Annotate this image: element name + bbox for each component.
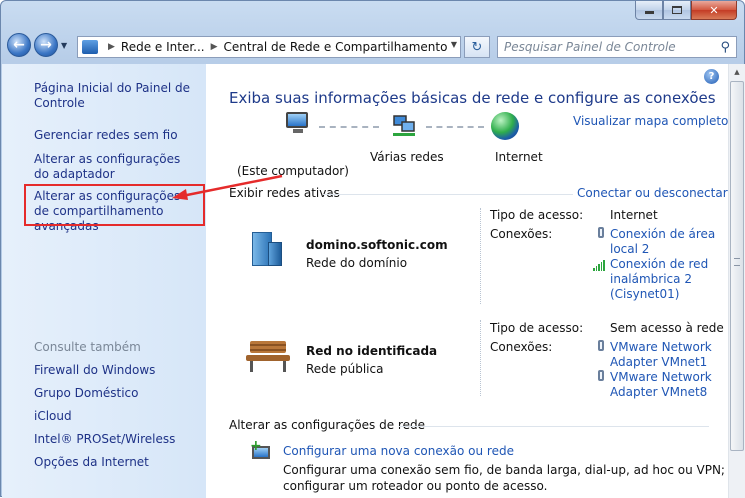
view-full-map-link[interactable]: Visualizar mapa completo	[573, 114, 728, 128]
access-type-value: Internet	[610, 208, 658, 222]
refresh-button[interactable]: ↻	[464, 36, 490, 58]
back-arrow-icon: ←	[13, 37, 25, 53]
connection-link-vmnet1-line2[interactable]: Adapter VMnet1	[610, 355, 707, 369]
sidebar: Página Inicial do Painel de Controle Ger…	[2, 64, 206, 498]
new-connection-icon: +	[250, 438, 274, 463]
main-panel: ? Exiba suas informações básicas de rede…	[206, 64, 745, 498]
content-area: Página Inicial do Painel de Controle Ger…	[2, 64, 745, 498]
breadcrumb-separator-icon[interactable]: ▶	[108, 42, 115, 52]
connections-label: Conexões:	[490, 340, 553, 354]
breadcrumb-network-center[interactable]: Central de Rede e Compartilhamento	[224, 40, 448, 54]
back-button[interactable]: ←	[7, 33, 31, 57]
maximize-icon	[672, 6, 682, 14]
annotation-arrow-icon	[172, 174, 283, 200]
sidebar-item-control-panel-home[interactable]: Página Inicial do Painel de Controle	[34, 81, 199, 111]
see-also-title: Consulte também	[34, 340, 141, 354]
help-button[interactable]: ?	[704, 69, 719, 84]
search-input[interactable]	[504, 40, 714, 54]
sidebar-item-icloud[interactable]: iCloud	[34, 409, 199, 424]
search-box: ⚲	[497, 36, 737, 58]
caption-buttons: ✕	[635, 1, 737, 20]
setup-connection-description-line2: configurar um roteador ou ponto de acess…	[283, 479, 548, 493]
network-type-link[interactable]: Rede do domínio	[306, 256, 407, 270]
maximize-button[interactable]	[663, 1, 691, 20]
close-button[interactable]: ✕	[691, 1, 737, 20]
refresh-icon: ↻	[471, 39, 483, 55]
connection-link-vmnet1[interactable]: VMware Network	[610, 340, 712, 354]
internet-globe-icon	[491, 112, 519, 140]
minimize-icon	[644, 11, 654, 14]
section-divider	[399, 426, 709, 427]
connection-link-lan2-line2[interactable]: local 2	[610, 242, 649, 256]
setup-connection-description: Configurar uma conexão sem fio, de banda…	[283, 463, 744, 477]
access-type-label: Tipo de acesso:	[490, 208, 584, 222]
computer-icon	[286, 112, 310, 136]
column-divider	[480, 320, 481, 396]
network-name: domino.softonic.com	[306, 238, 448, 252]
domain-network-icon	[246, 230, 286, 270]
sidebar-item-manage-wireless[interactable]: Gerenciar redes sem fio	[34, 128, 199, 143]
connection-link-vmnet8[interactable]: VMware Network	[610, 370, 712, 384]
ethernet-icon	[596, 227, 606, 241]
connections-label: Conexões:	[490, 227, 553, 241]
connection-link-wireless2-line3[interactable]: (Cisynet01)	[610, 287, 679, 301]
connection-link-wireless2-line2[interactable]: inalámbrica 2	[610, 272, 692, 286]
sidebar-item-internet-options[interactable]: Opções da Internet	[34, 455, 199, 470]
public-network-bench-icon	[246, 335, 292, 375]
multiple-networks-label: Várias redes	[370, 150, 444, 164]
access-type-label: Tipo de acesso:	[490, 321, 584, 335]
help-icon: ?	[708, 71, 715, 82]
network-type-link[interactable]: Rede pública	[306, 362, 383, 376]
column-divider	[480, 208, 481, 304]
ethernet-icon	[596, 340, 606, 354]
forward-arrow-icon: →	[40, 37, 52, 53]
internet-label: Internet	[495, 150, 543, 164]
navigation-buttons: ← → ▼	[7, 33, 71, 57]
setup-new-connection-link[interactable]: Configurar uma nova conexão ou rede	[283, 444, 514, 458]
scrollbar-thumb[interactable]	[730, 81, 744, 451]
recent-pages-dropdown-icon[interactable]: ▼	[61, 41, 67, 50]
vertical-scrollbar[interactable]: ▲	[728, 64, 745, 498]
connect-disconnect-link[interactable]: Conectar ou desconectar	[577, 186, 728, 200]
sidebar-item-homegroup[interactable]: Grupo Doméstico	[34, 386, 199, 401]
window-frame: ✕ ← → ▼ ▶ Rede e Inter... ▶ Central de R…	[0, 0, 745, 498]
sidebar-item-intel-proset[interactable]: Intel® PROSet/Wireless	[34, 432, 199, 447]
address-dropdown-icon[interactable]: ▼	[451, 40, 457, 49]
map-connector-line	[319, 126, 379, 128]
ethernet-icon	[596, 370, 606, 384]
section-divider	[323, 194, 573, 195]
forward-button[interactable]: →	[34, 33, 58, 57]
map-connector-line	[426, 126, 484, 128]
scroll-up-arrow-icon[interactable]: ▲	[729, 64, 745, 81]
change-settings-title: Alterar as configurações de rede	[229, 418, 425, 432]
wireless-signal-icon	[593, 259, 605, 271]
breadcrumb-network-internet[interactable]: Rede e Inter...	[121, 40, 205, 54]
network-name: Red no identificada	[306, 344, 438, 358]
minimize-button[interactable]	[635, 1, 663, 20]
connection-link-vmnet8-line2[interactable]: Adapter VMnet8	[610, 385, 707, 399]
page-title: Exiba suas informações básicas de rede e…	[229, 89, 716, 107]
control-panel-icon	[82, 40, 98, 54]
sidebar-item-firewall[interactable]: Firewall do Windows	[34, 363, 199, 378]
access-type-value: Sem acesso à rede	[610, 321, 724, 335]
address-bar[interactable]: ▶ Rede e Inter... ▶ Central de Rede e Co…	[77, 36, 461, 58]
connection-link-wireless2[interactable]: Conexión de red	[610, 257, 708, 271]
search-icon[interactable]: ⚲	[720, 40, 730, 55]
breadcrumb-separator-icon[interactable]: ▶	[211, 42, 218, 52]
connection-link-lan2[interactable]: Conexión de área	[610, 227, 715, 241]
multiple-networks-icon	[393, 115, 415, 136]
